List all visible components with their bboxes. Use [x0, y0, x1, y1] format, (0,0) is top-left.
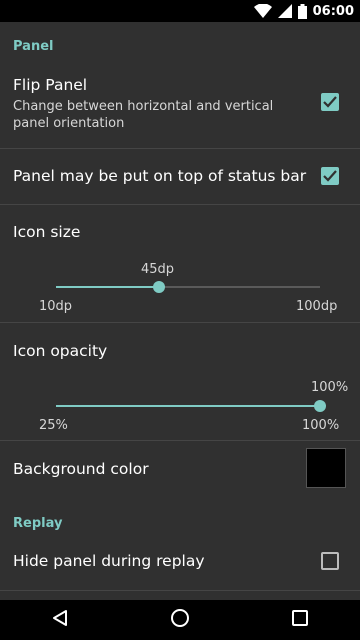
- section-header-panel: Panel: [13, 39, 54, 54]
- back-button[interactable]: [40, 600, 80, 640]
- status-bar: 06:00: [0, 0, 360, 22]
- icon-size-title: Icon size: [13, 223, 81, 241]
- settings-list: Panel Flip Panel Change between horizont…: [0, 22, 360, 600]
- icon-opacity-min-label: 25%: [39, 418, 68, 433]
- divider: [0, 590, 360, 591]
- wifi-icon: [253, 4, 272, 18]
- background-color-swatch[interactable]: [306, 448, 346, 488]
- home-button[interactable]: [160, 600, 200, 640]
- icon-size-max-label: 100dp: [296, 299, 338, 314]
- recents-button[interactable]: [280, 600, 320, 640]
- home-icon: [170, 608, 190, 632]
- icon-size-min-label: 10dp: [39, 299, 73, 314]
- hide-panel-replay-checkbox[interactable]: [321, 552, 339, 570]
- icon-opacity-max-label: 100%: [302, 418, 340, 433]
- flip-panel-checkbox[interactable]: [321, 93, 339, 111]
- divider: [0, 204, 360, 205]
- background-color-title: Background color: [13, 460, 149, 478]
- icon-size-slider-thumb[interactable]: [152, 281, 165, 293]
- divider: [0, 440, 360, 441]
- top-status-bar-checkbox[interactable]: [321, 167, 339, 185]
- flip-panel-subtitle: Change between horizontal and vertical p…: [13, 99, 274, 131]
- divider: [0, 322, 360, 323]
- section-header-replay: Replay: [13, 516, 63, 531]
- battery-icon: [297, 3, 307, 19]
- divider: [0, 148, 360, 149]
- status-time: 06:00: [312, 3, 354, 19]
- hide-panel-replay-title: Hide panel during replay: [13, 552, 205, 570]
- top-status-bar-title: Panel may be put on top of status bar: [13, 167, 307, 185]
- recents-icon: [291, 609, 309, 631]
- back-icon: [51, 609, 69, 631]
- icon-opacity-slider-thumb[interactable]: [314, 400, 326, 412]
- navigation-bar: [0, 600, 360, 640]
- icon-opacity-title: Icon opacity: [13, 342, 108, 360]
- icon-size-value: 45dp: [141, 262, 175, 277]
- flip-panel-title: Flip Panel: [13, 76, 88, 94]
- icon-opacity-value: 100%: [311, 380, 349, 395]
- signal-icon: [277, 4, 292, 18]
- icon-size-slider-fill: [56, 286, 159, 288]
- icon-opacity-slider-fill: [56, 405, 320, 407]
